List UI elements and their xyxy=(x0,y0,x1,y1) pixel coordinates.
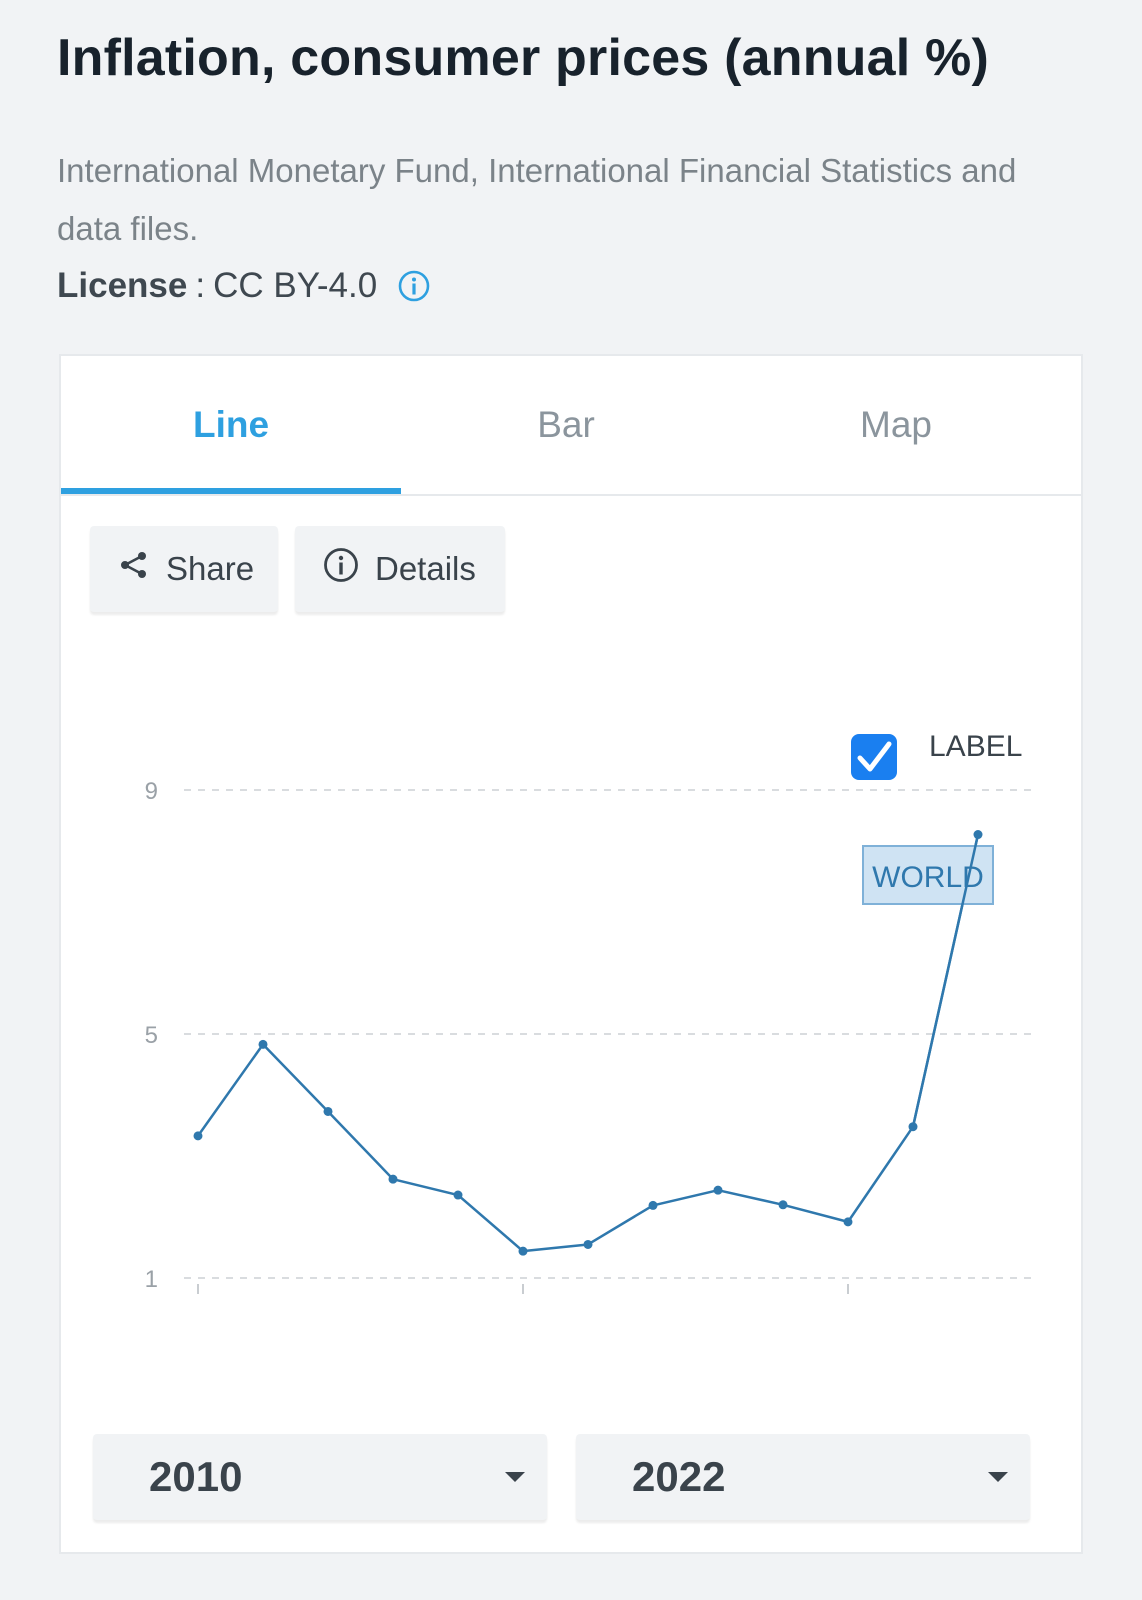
license-value: CC BY-4.0 xyxy=(213,266,378,305)
data-point xyxy=(778,1200,788,1210)
chevron-down-icon xyxy=(505,1472,525,1482)
end-year-value: 2022 xyxy=(632,1453,726,1500)
data-point xyxy=(388,1174,398,1184)
data-point xyxy=(713,1185,723,1195)
license-key: License xyxy=(57,266,188,305)
license-info-icon[interactable] xyxy=(397,269,431,303)
data-point xyxy=(258,1039,268,1049)
data-point xyxy=(323,1106,333,1116)
line-chart: 951WORLDLABEL xyxy=(145,730,1036,1294)
end-year-select[interactable]: 2022 xyxy=(576,1434,1030,1520)
y-tick-label: 9 xyxy=(145,778,158,805)
start-year-value: 2010 xyxy=(149,1453,243,1500)
label-checkbox-text: LABEL xyxy=(929,730,1022,763)
y-tick-label: 1 xyxy=(145,1266,158,1293)
chevron-down-icon xyxy=(988,1472,1008,1482)
license-separator: : xyxy=(195,266,206,305)
data-point xyxy=(193,1131,203,1141)
data-point xyxy=(453,1190,463,1200)
series-line xyxy=(196,834,980,1253)
chart-card: Line Bar Map Share Details 9 5 1 WORLD L… xyxy=(59,354,1083,1554)
data-source: International Monetary Fund, Internation… xyxy=(57,152,1017,247)
page-title: Inflation, consumer prices (annual %) xyxy=(57,29,989,87)
data-point xyxy=(648,1200,658,1210)
data-point xyxy=(583,1239,593,1249)
license-line: License : CC BY-4.0 xyxy=(57,266,431,306)
data-point xyxy=(843,1217,853,1227)
y-tick-label: 5 xyxy=(145,1022,158,1049)
data-point xyxy=(518,1246,528,1256)
start-year-select[interactable]: 2010 xyxy=(93,1434,547,1520)
